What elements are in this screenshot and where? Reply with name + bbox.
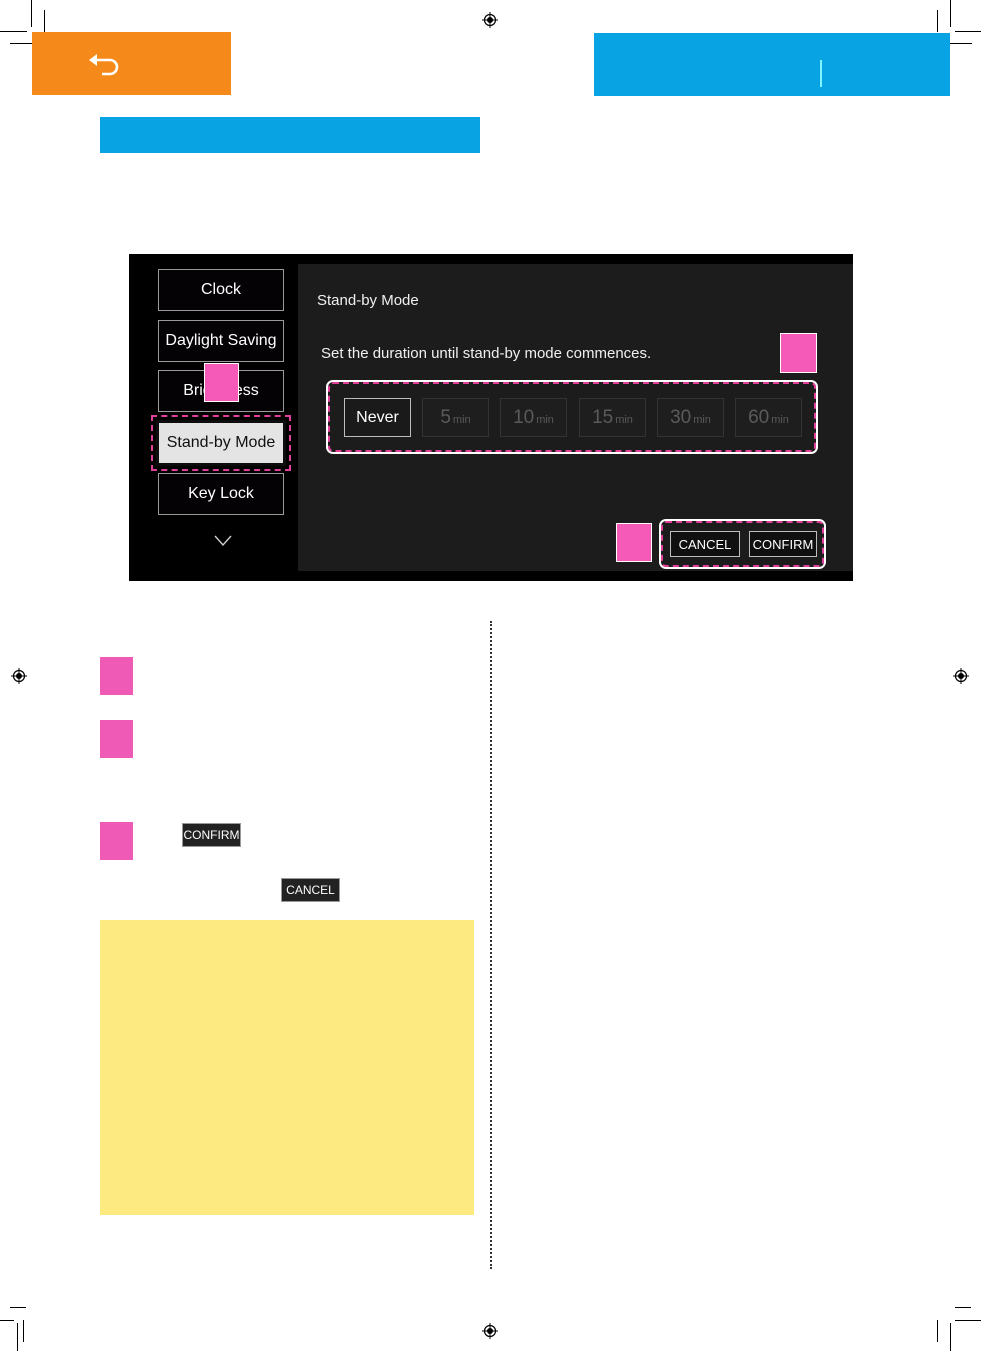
cancel-button[interactable]: CANCEL — [670, 531, 740, 557]
column-divider — [490, 621, 492, 1269]
crop-mark — [950, 0, 951, 27]
menu-item-stand-by-mode[interactable]: Stand-by Mode — [151, 415, 291, 471]
option-30-min[interactable]: 30 min — [657, 398, 724, 437]
callout-marker — [204, 363, 239, 402]
crop-mark — [0, 1320, 14, 1321]
menu-item-label: Stand-by Mode — [166, 434, 276, 451]
crop-mark — [0, 31, 27, 32]
inline-confirm-label: CONFIRM — [182, 823, 241, 847]
menu-item-label: Clock — [200, 281, 241, 298]
crop-mark — [955, 1320, 981, 1321]
note-box — [100, 920, 474, 1215]
crop-mark — [950, 43, 972, 44]
crop-mark — [955, 1307, 971, 1308]
crop-mark — [31, 0, 32, 27]
option-unit: min — [615, 414, 633, 426]
option-value: 60 — [748, 407, 770, 428]
callout-marker — [616, 523, 652, 562]
back-bar — [32, 32, 231, 95]
title-separator — [820, 60, 822, 87]
panel-description: Set the duration until stand-by mode com… — [321, 345, 652, 362]
menu-item-daylight-saving[interactable]: Daylight Saving — [158, 320, 284, 362]
inline-cancel-label: CANCEL — [281, 878, 340, 902]
crop-mark — [23, 1320, 24, 1342]
return-arrow-icon — [89, 54, 119, 76]
option-5-min[interactable]: 5 min — [422, 398, 489, 437]
crop-mark — [937, 1320, 938, 1342]
crop-mark — [10, 1307, 26, 1308]
device-screen: Clock Daylight Saving Brightness Stand-b… — [129, 254, 853, 581]
crop-mark — [10, 43, 32, 44]
option-unit: min — [452, 414, 471, 426]
menu-item-clock[interactable]: Clock — [158, 269, 284, 311]
option-unit: min — [693, 414, 711, 426]
option-10-min[interactable]: 10 min — [500, 398, 567, 437]
action-buttons: CANCEL CONFIRM — [661, 521, 824, 567]
crop-mark — [950, 1323, 951, 1351]
option-60-min[interactable]: 60 min — [735, 398, 802, 437]
registration-mark-icon — [482, 12, 498, 28]
registration-mark-icon — [482, 1323, 498, 1339]
panel-title: Stand-by Mode — [317, 292, 419, 309]
crop-mark — [955, 31, 981, 32]
crop-mark — [937, 10, 938, 32]
option-unit: min — [771, 414, 789, 426]
step-marker — [100, 822, 133, 860]
chapter-title-bar — [594, 33, 950, 96]
chevron-down-icon[interactable] — [213, 534, 233, 548]
registration-mark-icon — [953, 668, 969, 684]
menu-item-label: Key Lock — [188, 485, 254, 502]
menu-item-label: Daylight Saving — [165, 332, 277, 349]
confirm-button[interactable]: CONFIRM — [749, 531, 817, 557]
option-label: Never — [356, 409, 399, 426]
option-unit: min — [536, 414, 554, 426]
option-never[interactable]: Never — [344, 398, 411, 437]
menu-item-key-lock[interactable]: Key Lock — [158, 473, 284, 515]
crop-mark — [17, 1323, 18, 1351]
settings-panel: Stand-by Mode Set the duration until sta… — [298, 264, 853, 571]
option-value: 30 — [670, 407, 692, 428]
step-marker — [100, 720, 133, 758]
option-value: 15 — [592, 407, 614, 428]
back-button[interactable] — [88, 52, 128, 78]
option-15-min[interactable]: 15 min — [579, 398, 646, 437]
option-value: 10 — [513, 407, 535, 428]
crop-mark — [44, 10, 45, 32]
option-value: 5 — [440, 407, 451, 428]
section-heading-bar — [100, 117, 480, 153]
step-marker — [100, 657, 133, 695]
registration-mark-icon — [11, 668, 27, 684]
callout-marker — [780, 333, 817, 373]
duration-options: Never 5 min 10 min 15 min 30 min 60 min — [328, 382, 816, 452]
